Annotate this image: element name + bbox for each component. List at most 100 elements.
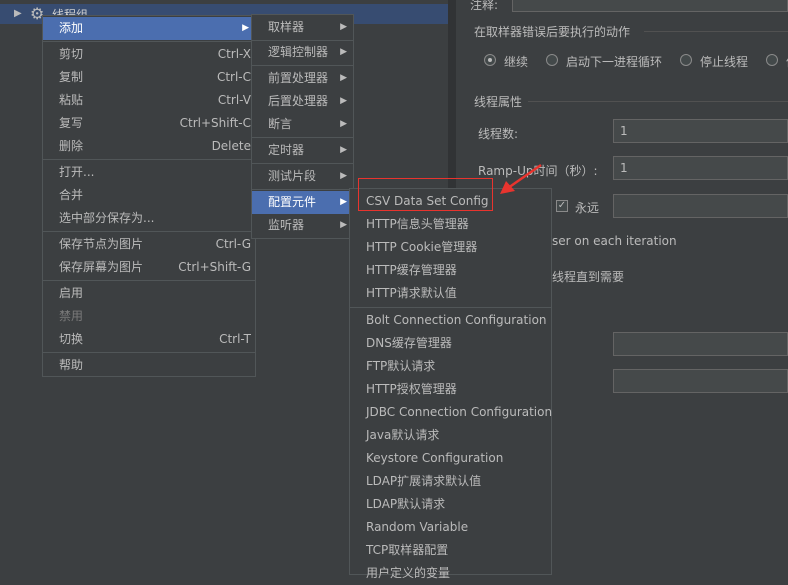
menu-shortcut: Ctrl-G: [215, 237, 251, 251]
menu-item-label: 断言: [268, 117, 293, 131]
menu-item-label: Keystore Configuration: [366, 451, 504, 465]
add-submenu: 取样器 ▶ 逻辑控制器 ▶ 前置处理器 ▶ 后置处理器 ▶ 断言 ▶ 定时器 ▶ 测试片段 ▶…: [251, 14, 354, 239]
config-item-http-cookie-manager[interactable]: HTTP Cookie管理器: [350, 236, 551, 259]
forever-checkbox[interactable]: ✓: [556, 200, 568, 212]
menu-item-label: HTTP缓存管理器: [366, 263, 457, 277]
config-item-bolt-connection[interactable]: Bolt Connection Configuration: [350, 309, 551, 332]
menu-item-label: Bolt Connection Configuration: [366, 313, 547, 327]
menu-item-label: 保存屏幕为图片: [59, 260, 144, 274]
menu-item-label: 保存节点为图片: [59, 237, 144, 251]
menu-item-label: Java默认请求: [366, 428, 440, 442]
submenu-arrow-icon: ▶: [340, 96, 347, 106]
comment-label: 注释:: [470, 0, 499, 12]
menu-item-cut[interactable]: 剪切 Ctrl-X: [43, 43, 255, 66]
menu-item-label: HTTP请求默认值: [366, 286, 457, 300]
config-item-random-variable[interactable]: Random Variable: [350, 516, 551, 539]
comment-input[interactable]: [512, 0, 788, 12]
radio-continue[interactable]: [484, 54, 496, 66]
menu-shortcut: Ctrl-T: [219, 332, 251, 346]
expand-arrow-icon[interactable]: ▶: [14, 8, 22, 19]
config-item-tcp-sampler-config[interactable]: TCP取样器配置: [350, 539, 551, 562]
menu-item-label: 配置元件: [268, 195, 317, 209]
menu-item-label: 切换: [59, 332, 84, 346]
config-element-submenu: CSV Data Set Config HTTP信息头管理器 HTTP Cook…: [349, 188, 552, 580]
submenu-item-postprocessor[interactable]: 后置处理器 ▶: [252, 90, 353, 113]
menu-item-label: 删除: [59, 139, 84, 153]
menu-item-paste[interactable]: 粘贴 Ctrl-V: [43, 89, 255, 112]
highlight-box: [358, 178, 493, 211]
submenu-item-logic-controller[interactable]: 逻辑控制器 ▶: [252, 41, 353, 64]
submenu-arrow-icon: ▶: [340, 220, 347, 230]
menu-item-add[interactable]: 添加 ▶: [43, 17, 255, 40]
submenu-arrow-icon: ▶: [340, 119, 347, 129]
config-item-ldap-ext-defaults[interactable]: LDAP扩展请求默认值: [350, 470, 551, 493]
submenu-item-sampler[interactable]: 取样器 ▶: [252, 16, 353, 39]
menu-item-duplicate[interactable]: 复写 Ctrl+Shift-C: [43, 112, 255, 135]
config-item-dns-cache-manager[interactable]: DNS缓存管理器: [350, 332, 551, 355]
threads-input[interactable]: 1: [613, 119, 788, 143]
menu-item-merge[interactable]: 合并: [43, 184, 255, 207]
menu-item-label: 禁用: [59, 309, 84, 323]
menu-item-label: 选中部分保存为...: [59, 211, 155, 225]
menu-item-enable[interactable]: 启用: [43, 282, 255, 305]
submenu-item-listener[interactable]: 监听器 ▶: [252, 214, 353, 237]
submenu-item-config-element[interactable]: 配置元件 ▶: [252, 191, 353, 214]
startup-delay-input[interactable]: [613, 369, 788, 393]
menu-item-label: 粘贴: [59, 93, 84, 107]
menu-item-label: HTTP授权管理器: [366, 382, 457, 396]
config-item-http-header-manager[interactable]: HTTP信息头管理器: [350, 213, 551, 236]
config-item-http-request-defaults[interactable]: HTTP请求默认值: [350, 282, 551, 305]
menu-item-help[interactable]: 帮助: [43, 354, 255, 377]
radio-next-loop[interactable]: [546, 54, 558, 66]
forever-label: 永远: [575, 201, 600, 215]
menu-separator: [43, 280, 255, 281]
menu-separator: [43, 41, 255, 42]
annotation-arrow-icon: [500, 163, 542, 194]
menu-separator: [252, 137, 353, 138]
submenu-item-assertion[interactable]: 断言 ▶: [252, 113, 353, 136]
menu-separator: [43, 231, 255, 232]
config-item-jdbc-connection[interactable]: JDBC Connection Configuration: [350, 401, 552, 424]
config-item-http-auth-manager[interactable]: HTTP授权管理器: [350, 378, 551, 401]
menu-item-save-selection[interactable]: 选中部分保存为...: [43, 207, 255, 230]
menu-item-disable: 禁用: [43, 305, 255, 328]
config-item-ftp-defaults[interactable]: FTP默认请求: [350, 355, 551, 378]
menu-item-copy[interactable]: 复制 Ctrl-C: [43, 66, 255, 89]
menu-item-label: LDAP默认请求: [366, 497, 446, 511]
menu-item-label: 打开...: [59, 165, 95, 179]
menu-item-label: 复写: [59, 116, 84, 130]
radio-stop-thread[interactable]: [680, 54, 692, 66]
rampup-value: 1: [620, 161, 628, 175]
context-menu: 添加 ▶ 剪切 Ctrl-X 复制 Ctrl-C 粘贴 Ctrl-V 复写 Ctrl+Sh…: [42, 15, 256, 377]
menu-item-label: 添加: [59, 21, 84, 35]
menu-item-label: HTTP信息头管理器: [366, 217, 469, 231]
rampup-input[interactable]: 1: [613, 156, 788, 180]
section-divider: [644, 31, 788, 32]
radio-stop-test[interactable]: [766, 54, 778, 66]
menu-item-open[interactable]: 打开...: [43, 161, 255, 184]
menu-separator: [43, 159, 255, 160]
config-item-http-cache-manager[interactable]: HTTP缓存管理器: [350, 259, 551, 282]
submenu-item-test-fragment[interactable]: 测试片段 ▶: [252, 165, 353, 188]
duration-input[interactable]: [613, 332, 788, 356]
submenu-item-timer[interactable]: 定时器 ▶: [252, 139, 353, 162]
menu-item-toggle[interactable]: 切换 Ctrl-T: [43, 328, 255, 351]
config-item-ldap-defaults[interactable]: LDAP默认请求: [350, 493, 551, 516]
menu-item-delete[interactable]: 删除 Delete: [43, 135, 255, 158]
menu-item-save-node-image[interactable]: 保存节点为图片 Ctrl-G: [43, 233, 255, 256]
loop-count-input[interactable]: [613, 194, 788, 218]
menu-separator: [252, 189, 353, 190]
submenu-item-preprocessor[interactable]: 前置处理器 ▶: [252, 67, 353, 90]
menu-item-label: 逻辑控制器: [268, 45, 329, 59]
menu-item-label: 前置处理器: [268, 71, 329, 85]
menu-item-save-screen-image[interactable]: 保存屏幕为图片 Ctrl+Shift-G: [43, 256, 255, 279]
config-item-user-defined-vars[interactable]: 用户定义的变量: [350, 562, 551, 585]
config-item-keystore[interactable]: Keystore Configuration: [350, 447, 551, 470]
submenu-arrow-icon: ▶: [340, 22, 347, 32]
submenu-arrow-icon: ▶: [340, 197, 347, 207]
submenu-arrow-icon: ▶: [340, 73, 347, 83]
menu-item-label: 用户定义的变量: [366, 566, 451, 580]
config-item-java-defaults[interactable]: Java默认请求: [350, 424, 551, 447]
submenu-arrow-icon: ▶: [242, 23, 249, 33]
menu-item-label: 复制: [59, 70, 84, 84]
